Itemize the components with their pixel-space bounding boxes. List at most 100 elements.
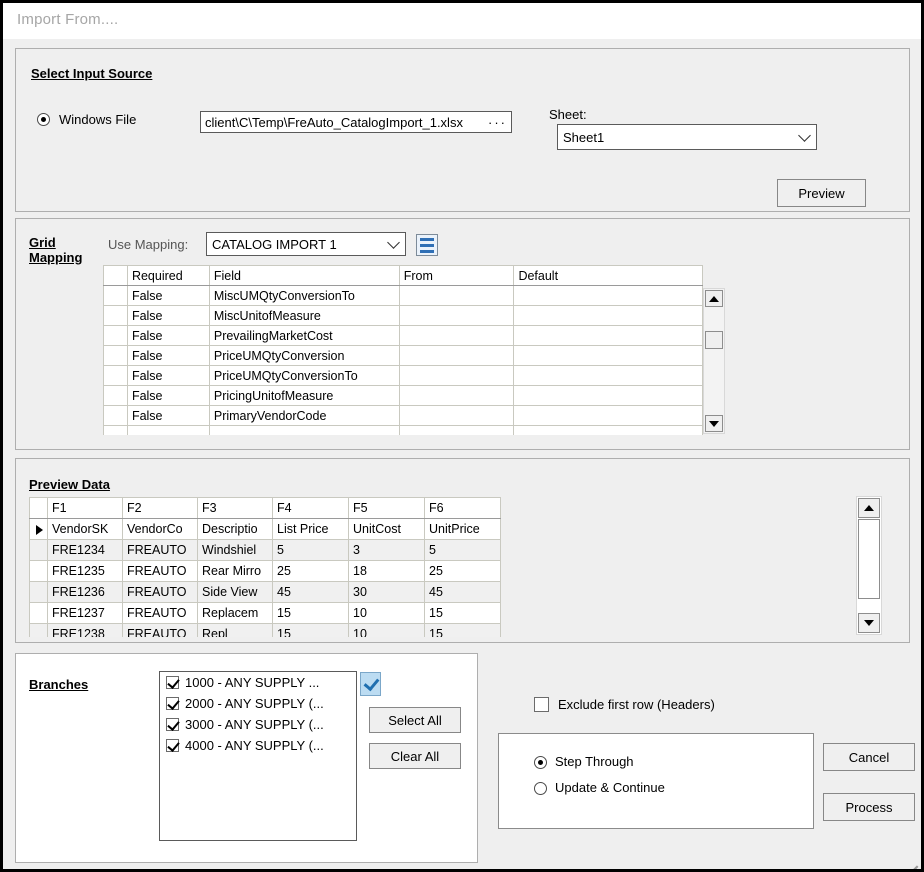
cell-f4[interactable]: List Price bbox=[272, 518, 349, 540]
col-header-f6[interactable]: F6 bbox=[424, 497, 501, 519]
cell-from[interactable] bbox=[398, 345, 515, 366]
row-selector-cell[interactable] bbox=[29, 623, 48, 637]
cell-f6[interactable]: 15 bbox=[424, 602, 501, 624]
process-button[interactable]: Process bbox=[823, 793, 915, 821]
cell-f3[interactable]: Windshiel bbox=[197, 539, 273, 561]
table-row[interactable]: False MiscUnitofMeasure bbox=[103, 305, 703, 326]
cell-f6[interactable]: 45 bbox=[424, 581, 501, 603]
grid-mapping-table[interactable]: Required Field From Default False MiscUMQ… bbox=[103, 265, 703, 435]
cell-field[interactable]: PrimaryVendorCode bbox=[208, 405, 400, 426]
table-row[interactable]: VendorSK VendorCo Descriptio List Price Unit… bbox=[29, 518, 501, 540]
col-header-default[interactable]: Default bbox=[513, 265, 703, 286]
select-all-indicator-checkbox[interactable] bbox=[360, 672, 381, 696]
table-row[interactable]: FRE1235 FREAUTO Rear Mirro 25 18 25 bbox=[29, 560, 501, 582]
cell-field[interactable]: PricingUnitofMeasure bbox=[208, 385, 400, 406]
cell-required[interactable]: False bbox=[126, 405, 210, 426]
table-row[interactable]: False MiscUMQtyConversionTo bbox=[103, 285, 703, 306]
col-header-from[interactable]: From bbox=[398, 265, 515, 286]
cell-f6[interactable]: 25 bbox=[424, 560, 501, 582]
exclude-first-row-checkbox[interactable] bbox=[534, 697, 549, 712]
cell-default[interactable] bbox=[513, 425, 703, 435]
table-row[interactable]: False PricingUnitofMeasure bbox=[103, 385, 703, 406]
table-row[interactable]: FRE1234 FREAUTO Windshiel 5 3 5 bbox=[29, 539, 501, 561]
cell-required[interactable]: False bbox=[126, 385, 210, 406]
row-selector-cell[interactable] bbox=[103, 325, 128, 346]
cell-from[interactable] bbox=[398, 305, 515, 326]
cell-from[interactable] bbox=[398, 385, 515, 406]
branch-checkbox[interactable] bbox=[166, 697, 179, 710]
cell-f5[interactable]: 30 bbox=[348, 581, 425, 603]
cell-default[interactable] bbox=[513, 325, 703, 346]
scroll-down-icon[interactable] bbox=[705, 415, 723, 432]
cell-f1[interactable]: FRE1238 bbox=[47, 623, 123, 637]
cell-f5[interactable]: 3 bbox=[348, 539, 425, 561]
cell-f2[interactable]: FREAUTO bbox=[122, 539, 198, 561]
cell-required[interactable]: False bbox=[126, 345, 210, 366]
grid-mapping-scrollbar[interactable] bbox=[703, 288, 725, 434]
cell-default[interactable] bbox=[513, 285, 703, 306]
cell-f2[interactable]: FREAUTO bbox=[122, 602, 198, 624]
cell-required[interactable] bbox=[126, 425, 210, 435]
cell-required[interactable]: False bbox=[126, 365, 210, 386]
row-selector-cell[interactable] bbox=[103, 365, 128, 386]
cell-required[interactable]: False bbox=[126, 325, 210, 346]
list-item[interactable]: 1000 - ANY SUPPLY ... bbox=[160, 672, 356, 693]
cell-f5[interactable]: 10 bbox=[348, 602, 425, 624]
row-selector-cell[interactable] bbox=[103, 385, 128, 406]
col-header-f1[interactable]: F1 bbox=[47, 497, 123, 519]
scroll-up-icon[interactable] bbox=[705, 290, 723, 307]
row-selector-cell[interactable] bbox=[103, 285, 128, 306]
table-row[interactable]: FRE1236 FREAUTO Side View 45 30 45 bbox=[29, 581, 501, 603]
cell-default[interactable] bbox=[513, 405, 703, 426]
cell-f6[interactable]: 5 bbox=[424, 539, 501, 561]
cell-field[interactable]: MiscUMQtyConversionTo bbox=[208, 285, 400, 306]
cell-f2[interactable]: VendorCo bbox=[122, 518, 198, 540]
cell-field[interactable]: PriceUMQtyConversion bbox=[208, 345, 400, 366]
cell-default[interactable] bbox=[513, 385, 703, 406]
col-header-f5[interactable]: F5 bbox=[348, 497, 425, 519]
row-selector-cell[interactable] bbox=[29, 539, 48, 561]
list-item[interactable]: 3000 - ANY SUPPLY (... bbox=[160, 714, 356, 735]
table-row[interactable]: FRE1238 FREAUTO Repl 15 10 15 bbox=[29, 623, 501, 637]
table-row[interactable]: FRE1237 FREAUTO Replacem 15 10 15 bbox=[29, 602, 501, 624]
cell-default[interactable] bbox=[513, 345, 703, 366]
clear-all-button[interactable]: Clear All bbox=[369, 743, 461, 769]
sheet-select[interactable]: Sheet1 bbox=[557, 124, 817, 150]
cell-f2[interactable]: FREAUTO bbox=[122, 560, 198, 582]
cancel-button[interactable]: Cancel bbox=[823, 743, 915, 771]
branch-checkbox[interactable] bbox=[166, 739, 179, 752]
cell-f6[interactable]: UnitPrice bbox=[424, 518, 501, 540]
col-header-required[interactable]: Required bbox=[126, 265, 210, 286]
select-all-button[interactable]: Select All bbox=[369, 707, 461, 733]
row-selector-cell[interactable] bbox=[29, 581, 48, 603]
row-selector-cell[interactable] bbox=[29, 560, 48, 582]
cell-field[interactable]: MiscUnitofMeasure bbox=[208, 305, 400, 326]
row-selector-cell[interactable] bbox=[103, 405, 128, 426]
cell-default[interactable] bbox=[513, 365, 703, 386]
preview-button[interactable]: Preview bbox=[777, 179, 866, 207]
cell-f4[interactable]: 15 bbox=[272, 602, 349, 624]
cell-f1[interactable]: FRE1234 bbox=[47, 539, 123, 561]
col-header-f4[interactable]: F4 bbox=[272, 497, 349, 519]
use-mapping-select[interactable]: CATALOG IMPORT 1 bbox=[206, 232, 406, 256]
table-row[interactable] bbox=[103, 425, 703, 435]
scroll-up-icon[interactable] bbox=[858, 498, 880, 518]
cell-f3[interactable]: Descriptio bbox=[197, 518, 273, 540]
col-header-field[interactable]: Field bbox=[208, 265, 400, 286]
row-selector-cell[interactable] bbox=[103, 345, 128, 366]
cell-required[interactable]: False bbox=[126, 285, 210, 306]
row-selector-cell[interactable] bbox=[29, 602, 48, 624]
cell-field[interactable]: PriceUMQtyConversionTo bbox=[208, 365, 400, 386]
branches-listbox[interactable]: 1000 - ANY SUPPLY ... 2000 - ANY SUPPLY (… bbox=[159, 671, 357, 841]
cell-f1[interactable]: FRE1237 bbox=[47, 602, 123, 624]
cell-default[interactable] bbox=[513, 305, 703, 326]
cell-field[interactable] bbox=[208, 425, 400, 435]
current-row-marker[interactable] bbox=[29, 518, 48, 540]
cell-field[interactable]: PrevailingMarketCost bbox=[208, 325, 400, 346]
cell-f3[interactable]: Rear Mirro bbox=[197, 560, 273, 582]
list-item[interactable]: 4000 - ANY SUPPLY (... bbox=[160, 735, 356, 756]
preview-data-table[interactable]: F1 F2 F3 F4 F5 F6 VendorSK VendorCo Descri… bbox=[29, 497, 501, 637]
resize-grip-icon[interactable] bbox=[906, 854, 918, 869]
hamburger-icon[interactable] bbox=[416, 234, 438, 256]
cell-f3[interactable]: Repl bbox=[197, 623, 273, 637]
